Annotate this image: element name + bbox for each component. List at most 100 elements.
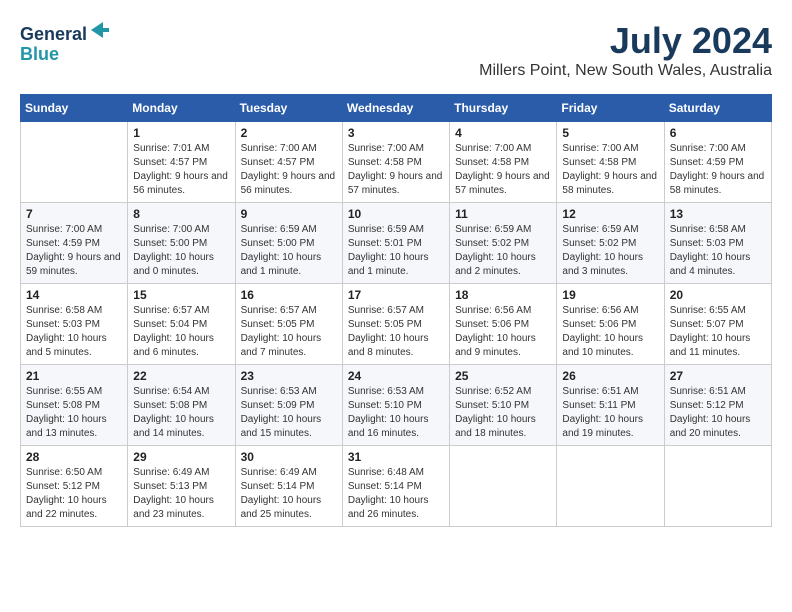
day-info: Sunrise: 6:54 AMSunset: 5:08 PMDaylight:…: [133, 385, 229, 441]
calendar-cell: 3 Sunrise: 7:00 AMSunset: 4:58 PMDaylight…: [342, 122, 449, 203]
calendar-cell: 26 Sunrise: 6:51 AMSunset: 5:11 PMDayligh…: [557, 365, 664, 446]
day-info: Sunrise: 6:58 AMSunset: 5:03 PMDaylight:…: [670, 223, 766, 279]
day-number: 23: [241, 369, 337, 383]
calendar-cell: 15 Sunrise: 6:57 AMSunset: 5:04 PMDayligh…: [128, 284, 235, 365]
day-number: 14: [26, 288, 122, 302]
calendar-cell: 4Sunrise: 7:00 AMSunset: 4:58 PMDaylight…: [450, 122, 557, 203]
col-monday: Monday: [128, 95, 235, 122]
day-info: Sunrise: 7:00 AMSunset: 4:58 PMDaylight:…: [562, 142, 658, 198]
calendar-cell: 21 Sunrise: 6:55 AMSunset: 5:08 PMDayligh…: [21, 365, 128, 446]
day-number: 13: [670, 207, 766, 221]
col-sunday: Sunday: [21, 95, 128, 122]
day-info: Sunrise: 6:57 AMSunset: 5:05 PMDaylight:…: [348, 304, 444, 360]
calendar-week-row: 21 Sunrise: 6:55 AMSunset: 5:08 PMDayligh…: [21, 365, 772, 446]
day-info: Sunrise: 6:51 AMSunset: 5:11 PMDaylight:…: [562, 385, 658, 441]
calendar-cell: 17 Sunrise: 6:57 AMSunset: 5:05 PMDayligh…: [342, 284, 449, 365]
day-info: Sunrise: 6:56 AMSunset: 5:06 PMDaylight:…: [562, 304, 658, 360]
calendar-cell: [664, 446, 771, 527]
calendar-cell: 16 Sunrise: 6:57 AMSunset: 5:05 PMDayligh…: [235, 284, 342, 365]
calendar-week-row: 28 Sunrise: 6:50 AMSunset: 5:12 PMDayligh…: [21, 446, 772, 527]
location-title: Millers Point, New South Wales, Australi…: [479, 62, 772, 80]
day-number: 15: [133, 288, 229, 302]
day-info: Sunrise: 6:57 AMSunset: 5:05 PMDaylight:…: [241, 304, 337, 360]
day-number: 28: [26, 450, 122, 464]
day-number: 29: [133, 450, 229, 464]
calendar-cell: 14Sunrise: 6:58 AMSunset: 5:03 PMDayligh…: [21, 284, 128, 365]
day-info: Sunrise: 7:00 AMSunset: 4:58 PMDaylight:…: [348, 142, 444, 198]
logo: GeneralBlue: [20, 20, 109, 65]
logo-arrow-icon: [89, 20, 109, 40]
day-number: 26: [562, 369, 658, 383]
day-info: Sunrise: 6:55 AMSunset: 5:08 PMDaylight:…: [26, 385, 122, 441]
col-saturday: Saturday: [664, 95, 771, 122]
day-info: Sunrise: 6:57 AMSunset: 5:04 PMDaylight:…: [133, 304, 229, 360]
logo-text: GeneralBlue: [20, 20, 109, 65]
day-number: 21: [26, 369, 122, 383]
day-number: 31: [348, 450, 444, 464]
day-number: 9: [241, 207, 337, 221]
day-info: Sunrise: 7:00 AMSunset: 4:59 PMDaylight:…: [26, 223, 122, 279]
calendar-cell: 24 Sunrise: 6:53 AMSunset: 5:10 PMDayligh…: [342, 365, 449, 446]
day-info: Sunrise: 6:49 AMSunset: 5:13 PMDaylight:…: [133, 466, 229, 522]
calendar-cell: 5 Sunrise: 7:00 AMSunset: 4:58 PMDaylight…: [557, 122, 664, 203]
day-number: 24: [348, 369, 444, 383]
calendar-cell: 10 Sunrise: 6:59 AMSunset: 5:01 PMDayligh…: [342, 203, 449, 284]
day-info: Sunrise: 6:53 AMSunset: 5:10 PMDaylight:…: [348, 385, 444, 441]
calendar-cell: 31 Sunrise: 6:48 AMSunset: 5:14 PMDayligh…: [342, 446, 449, 527]
calendar-cell: 13 Sunrise: 6:58 AMSunset: 5:03 PMDayligh…: [664, 203, 771, 284]
day-info: Sunrise: 6:59 AMSunset: 5:02 PMDaylight:…: [562, 223, 658, 279]
col-tuesday: Tuesday: [235, 95, 342, 122]
calendar-cell: 20Sunrise: 6:55 AMSunset: 5:07 PMDayligh…: [664, 284, 771, 365]
day-number: 19: [562, 288, 658, 302]
month-title: July 2024: [479, 20, 772, 62]
calendar-cell: 8 Sunrise: 7:00 AMSunset: 5:00 PMDaylight…: [128, 203, 235, 284]
calendar-week-row: 7Sunrise: 7:00 AMSunset: 4:59 PMDaylight…: [21, 203, 772, 284]
day-info: Sunrise: 6:51 AMSunset: 5:12 PMDaylight:…: [670, 385, 766, 441]
day-number: 8: [133, 207, 229, 221]
day-number: 6: [670, 126, 766, 140]
calendar-cell: 12Sunrise: 6:59 AMSunset: 5:02 PMDayligh…: [557, 203, 664, 284]
day-number: 17: [348, 288, 444, 302]
day-number: 2: [241, 126, 337, 140]
calendar-cell: [21, 122, 128, 203]
day-info: Sunrise: 7:00 AMSunset: 5:00 PMDaylight:…: [133, 223, 229, 279]
title-section: July 2024 Millers Point, New South Wales…: [479, 20, 772, 88]
calendar-cell: 27 Sunrise: 6:51 AMSunset: 5:12 PMDayligh…: [664, 365, 771, 446]
day-info: Sunrise: 6:48 AMSunset: 5:14 PMDaylight:…: [348, 466, 444, 522]
calendar-cell: 23 Sunrise: 6:53 AMSunset: 5:09 PMDayligh…: [235, 365, 342, 446]
calendar-cell: 19 Sunrise: 6:56 AMSunset: 5:06 PMDayligh…: [557, 284, 664, 365]
day-info: Sunrise: 6:59 AMSunset: 5:01 PMDaylight:…: [348, 223, 444, 279]
day-number: 27: [670, 369, 766, 383]
day-info: Sunrise: 6:53 AMSunset: 5:09 PMDaylight:…: [241, 385, 337, 441]
day-info: Sunrise: 6:56 AMSunset: 5:06 PMDaylight:…: [455, 304, 551, 360]
day-info: Sunrise: 6:59 AMSunset: 5:00 PMDaylight:…: [241, 223, 337, 279]
calendar-cell: 25Sunrise: 6:52 AMSunset: 5:10 PMDayligh…: [450, 365, 557, 446]
calendar-week-row: 14Sunrise: 6:58 AMSunset: 5:03 PMDayligh…: [21, 284, 772, 365]
day-number: 1: [133, 126, 229, 140]
day-info: Sunrise: 6:59 AMSunset: 5:02 PMDaylight:…: [455, 223, 551, 279]
day-number: 10: [348, 207, 444, 221]
day-number: 22: [133, 369, 229, 383]
day-info: Sunrise: 6:50 AMSunset: 5:12 PMDaylight:…: [26, 466, 122, 522]
day-number: 5: [562, 126, 658, 140]
calendar-table: Sunday Monday Tuesday Wednesday Thursday…: [20, 94, 772, 527]
col-wednesday: Wednesday: [342, 95, 449, 122]
calendar-cell: 9 Sunrise: 6:59 AMSunset: 5:00 PMDaylight…: [235, 203, 342, 284]
calendar-cell: 6Sunrise: 7:00 AMSunset: 4:59 PMDaylight…: [664, 122, 771, 203]
day-info: Sunrise: 6:52 AMSunset: 5:10 PMDaylight:…: [455, 385, 551, 441]
day-number: 11: [455, 207, 551, 221]
day-info: Sunrise: 6:49 AMSunset: 5:14 PMDaylight:…: [241, 466, 337, 522]
calendar-cell: 7Sunrise: 7:00 AMSunset: 4:59 PMDaylight…: [21, 203, 128, 284]
calendar-header-row: Sunday Monday Tuesday Wednesday Thursday…: [21, 95, 772, 122]
calendar-cell: 28 Sunrise: 6:50 AMSunset: 5:12 PMDayligh…: [21, 446, 128, 527]
calendar-cell: 22 Sunrise: 6:54 AMSunset: 5:08 PMDayligh…: [128, 365, 235, 446]
day-number: 3: [348, 126, 444, 140]
day-number: 16: [241, 288, 337, 302]
day-info: Sunrise: 7:01 AMSunset: 4:57 PMDaylight:…: [133, 142, 229, 198]
day-info: Sunrise: 7:00 AMSunset: 4:57 PMDaylight:…: [241, 142, 337, 198]
day-number: 30: [241, 450, 337, 464]
calendar-cell: 11 Sunrise: 6:59 AMSunset: 5:02 PMDayligh…: [450, 203, 557, 284]
col-friday: Friday: [557, 95, 664, 122]
page-container: GeneralBlue July 2024 Millers Point, New…: [20, 20, 772, 527]
calendar-cell: 1 Sunrise: 7:01 AMSunset: 4:57 PMDaylight…: [128, 122, 235, 203]
